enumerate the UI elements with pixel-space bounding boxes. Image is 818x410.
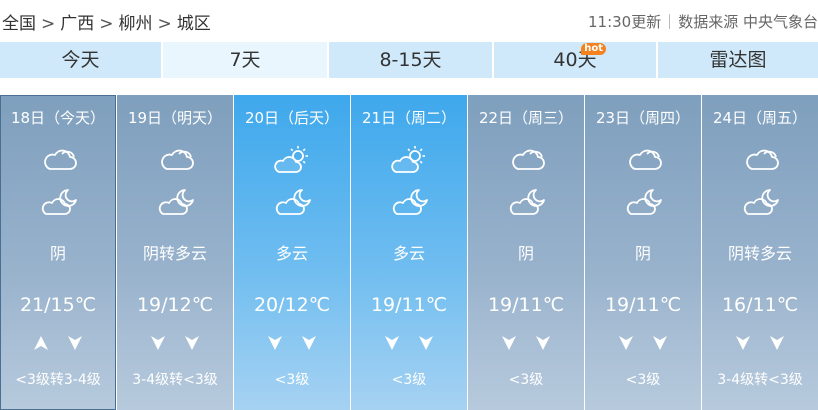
wind-arrow-down-icon xyxy=(184,335,200,351)
day-column[interactable]: 22日（周三） 阴 19/11℃ <3级 xyxy=(468,95,584,410)
wind-arrow-down-icon xyxy=(150,335,166,351)
tab-8-15-days[interactable]: 8-15天 xyxy=(329,42,494,78)
breadcrumb-separator: > xyxy=(41,14,56,34)
breadcrumb-item-city[interactable]: 柳州 xyxy=(119,14,153,34)
weather-description: 多云 xyxy=(392,244,425,263)
temperature-range: 19/11℃ xyxy=(370,294,448,316)
wind-arrow-down-icon xyxy=(384,335,400,351)
wind-arrow-up-icon xyxy=(33,335,49,351)
tab-label: 雷达图 xyxy=(709,49,767,71)
cloudy-icon xyxy=(40,145,78,175)
day-column[interactable]: 19日（明天） 阴转多云 19/12℃ 3-4级转<3级 xyxy=(117,95,233,410)
forecast-tabs: 今天 7天 8-15天 40天 hot 雷达图 xyxy=(0,42,818,78)
wind-level: <3级 xyxy=(625,372,661,388)
day-column[interactable]: 24日（周五） 阴转多云 16/11℃ 3-4级转<3级 xyxy=(702,95,818,410)
weather-description: 阴 xyxy=(49,244,66,263)
data-source: 数据来源 中央气象台 xyxy=(678,13,818,31)
wind-arrow-down-icon xyxy=(301,335,317,351)
tab-40-days[interactable]: 40天 hot xyxy=(494,42,658,78)
wind-arrow-down-icon xyxy=(418,335,434,351)
tab-label: 7天 xyxy=(229,49,261,71)
day-date: 20日（后天） xyxy=(244,109,340,127)
tab-label: 今天 xyxy=(61,49,100,71)
wind-level: <3级 xyxy=(508,372,544,388)
breadcrumb-separator: > xyxy=(157,14,172,34)
weather-description: 阴 xyxy=(517,244,534,263)
temperature-range: 19/11℃ xyxy=(604,294,682,316)
hot-badge: hot xyxy=(581,43,606,55)
wind-level: 3-4级转<3级 xyxy=(717,372,803,388)
day-date: 18日（今天） xyxy=(10,109,106,127)
tab-label: 8-15天 xyxy=(379,49,442,71)
day-column[interactable]: 23日（周四） 阴 19/11℃ <3级 xyxy=(585,95,701,410)
forecast-days: 18日（今天） 阴 21/15℃ <3级转3-4级 19日（明天） 阴转多云 19/12℃ 3… xyxy=(0,95,818,410)
wind-level: <3级转3-4级 xyxy=(15,372,101,388)
wind-level: 3-4级转<3级 xyxy=(132,372,218,388)
wind-arrow-down-icon xyxy=(769,335,785,351)
tab-today[interactable]: 今天 xyxy=(0,42,163,78)
wind-arrow-down-icon xyxy=(652,335,668,351)
top-bar: 全国 > 广西 > 柳州 > 城区 11:30更新 数据来源 中央气象台 xyxy=(0,0,818,42)
day-date: 19日（明天） xyxy=(127,109,223,127)
wind-arrow-down-icon xyxy=(618,335,634,351)
wind-direction xyxy=(468,335,584,355)
breadcrumb-separator: > xyxy=(99,14,114,34)
cloudy-night-icon xyxy=(508,187,546,217)
wind-direction xyxy=(117,335,233,355)
weather-description: 阴转多云 xyxy=(727,244,792,263)
weather-description: 阴转多云 xyxy=(142,244,207,263)
temperature-range: 19/12℃ xyxy=(136,294,214,316)
update-info: 11:30更新 数据来源 中央气象台 xyxy=(588,11,818,32)
wind-arrow-down-icon xyxy=(67,335,83,351)
day-date: 23日（周四） xyxy=(595,109,691,127)
day-column[interactable]: 21日（周二） 多云 19/11℃ <3级 xyxy=(351,95,467,410)
wind-direction xyxy=(0,335,116,355)
divider xyxy=(669,14,671,29)
weather-description: 多云 xyxy=(275,244,308,263)
cloudy-night-icon xyxy=(742,187,780,217)
wind-arrow-down-icon xyxy=(501,335,517,351)
cloudy-icon xyxy=(157,145,195,175)
day-date: 22日（周三） xyxy=(478,109,574,127)
cloudy-night-icon xyxy=(274,187,312,217)
day-column[interactable]: 18日（今天） 阴 21/15℃ <3级转3-4级 xyxy=(0,95,116,410)
wind-direction xyxy=(702,335,818,355)
temperature-range: 21/15℃ xyxy=(19,294,97,316)
cloudy-night-icon xyxy=(391,187,429,217)
partly-cloudy-icon xyxy=(391,145,429,175)
breadcrumb-item-province[interactable]: 广西 xyxy=(60,14,94,34)
temperature-range: 20/12℃ xyxy=(253,294,331,316)
breadcrumb-item-district: 城区 xyxy=(176,14,211,34)
wind-direction xyxy=(234,335,350,355)
day-date: 24日（周五） xyxy=(712,109,808,127)
wind-arrow-down-icon xyxy=(267,335,283,351)
cloudy-icon xyxy=(508,145,546,175)
day-date: 21日（周二） xyxy=(361,109,457,127)
tab-7-days[interactable]: 7天 xyxy=(163,42,329,78)
wind-arrow-down-icon xyxy=(735,335,751,351)
weather-description: 阴 xyxy=(634,244,651,263)
wind-direction xyxy=(585,335,701,355)
breadcrumb-item-country[interactable]: 全国 xyxy=(2,14,36,34)
cloudy-night-icon xyxy=(157,187,195,217)
wind-direction xyxy=(351,335,467,355)
tab-radar[interactable]: 雷达图 xyxy=(658,42,818,78)
update-time: 11:30更新 xyxy=(587,13,662,31)
cloudy-night-icon xyxy=(625,187,663,217)
cloudy-icon xyxy=(742,145,780,175)
day-column[interactable]: 20日（后天） 多云 20/12℃ <3级 xyxy=(234,95,350,410)
cloudy-icon xyxy=(625,145,663,175)
breadcrumb: 全国 > 广西 > 柳州 > 城区 xyxy=(2,9,211,34)
wind-level: <3级 xyxy=(391,372,427,388)
cloudy-night-icon xyxy=(40,187,78,217)
wind-level: <3级 xyxy=(274,372,310,388)
temperature-range: 19/11℃ xyxy=(487,294,565,316)
partly-cloudy-icon xyxy=(274,145,312,175)
temperature-range: 16/11℃ xyxy=(721,294,799,316)
wind-arrow-down-icon xyxy=(535,335,551,351)
